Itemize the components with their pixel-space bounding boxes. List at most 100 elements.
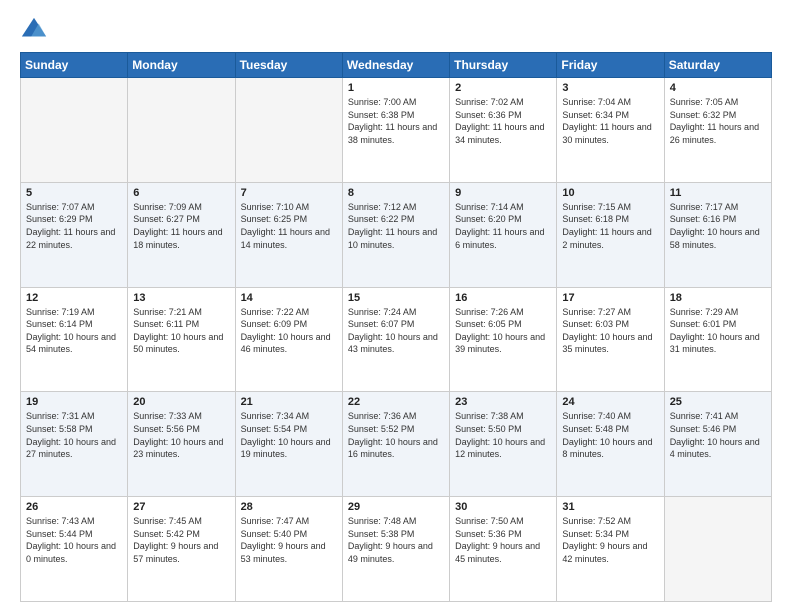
day-info: Sunrise: 7:29 AMSunset: 6:01 PMDaylight:… (670, 306, 766, 356)
day-info: Sunrise: 7:12 AMSunset: 6:22 PMDaylight:… (348, 201, 444, 251)
day-number: 30 (455, 501, 551, 513)
header (20, 16, 772, 44)
day-number: 22 (348, 396, 444, 408)
day-number: 25 (670, 396, 766, 408)
weekday-header-sunday: Sunday (21, 53, 128, 78)
day-cell: 9 Sunrise: 7:14 AMSunset: 6:20 PMDaylight… (450, 182, 557, 287)
day-cell: 21Sunrise: 7:34 AMSunset: 5:54 PMDayligh… (235, 392, 342, 497)
day-number: 16 (455, 292, 551, 304)
weekday-header-wednesday: Wednesday (342, 53, 449, 78)
day-info: Sunrise: 7:33 AMSunset: 5:56 PMDaylight:… (133, 410, 229, 460)
day-cell: 16 Sunrise: 7:26 AMSunset: 6:05 PMDayligh… (450, 287, 557, 392)
day-cell (235, 78, 342, 183)
day-number: 29 (348, 501, 444, 513)
day-info: Sunrise: 7:26 AMSunset: 6:05 PMDaylight:… (455, 306, 551, 356)
day-number: 10 (562, 187, 658, 199)
week-row-2: 5Sunrise: 7:07 AMSunset: 6:29 PMDaylight… (21, 182, 772, 287)
day-number: 1 (348, 82, 444, 94)
day-number: 13 (133, 292, 229, 304)
weekday-header-row: SundayMondayTuesdayWednesdayThursdayFrid… (21, 53, 772, 78)
day-number: 12 (26, 292, 122, 304)
day-number: 7 (241, 187, 337, 199)
day-info: Sunrise: 7:02 AMSunset: 6:36 PMDaylight:… (455, 96, 551, 146)
day-cell: 28 Sunrise: 7:47 AMSunset: 5:40 PMDayligh… (235, 497, 342, 602)
day-cell (21, 78, 128, 183)
weekday-header-saturday: Saturday (664, 53, 771, 78)
day-number: 4 (670, 82, 766, 94)
day-cell: 25 Sunrise: 7:41 AMSunset: 5:46 PMDayligh… (664, 392, 771, 497)
week-row-5: 26 Sunrise: 7:43 AMSunset: 5:44 PMDayligh… (21, 497, 772, 602)
day-info: Sunrise: 7:00 AMSunset: 6:38 PMDaylight:… (348, 96, 444, 146)
day-number: 18 (670, 292, 766, 304)
day-number: 21 (241, 396, 337, 408)
day-number: 14 (241, 292, 337, 304)
day-info: Sunrise: 7:47 AMSunset: 5:40 PMDaylight:… (241, 515, 337, 565)
day-cell: 1 Sunrise: 7:00 AMSunset: 6:38 PMDaylight… (342, 78, 449, 183)
day-info: Sunrise: 7:45 AMSunset: 5:42 PMDaylight:… (133, 515, 229, 565)
day-info: Sunrise: 7:15 AMSunset: 6:18 PMDaylight:… (562, 201, 658, 251)
day-info: Sunrise: 7:43 AMSunset: 5:44 PMDaylight:… (26, 515, 122, 565)
day-info: Sunrise: 7:38 AMSunset: 5:50 PMDaylight:… (455, 410, 551, 460)
logo (20, 16, 52, 44)
weekday-header-tuesday: Tuesday (235, 53, 342, 78)
day-info: Sunrise: 7:41 AMSunset: 5:46 PMDaylight:… (670, 410, 766, 460)
day-cell: 4 Sunrise: 7:05 AMSunset: 6:32 PMDaylight… (664, 78, 771, 183)
day-info: Sunrise: 7:52 AMSunset: 5:34 PMDaylight:… (562, 515, 658, 565)
day-cell: 27 Sunrise: 7:45 AMSunset: 5:42 PMDayligh… (128, 497, 235, 602)
day-number: 31 (562, 501, 658, 513)
day-number: 20 (133, 396, 229, 408)
day-cell: 10 Sunrise: 7:15 AMSunset: 6:18 PMDayligh… (557, 182, 664, 287)
day-cell: 5Sunrise: 7:07 AMSunset: 6:29 PMDaylight… (21, 182, 128, 287)
day-cell (128, 78, 235, 183)
day-cell: 26 Sunrise: 7:43 AMSunset: 5:44 PMDayligh… (21, 497, 128, 602)
day-cell: 20 Sunrise: 7:33 AMSunset: 5:56 PMDayligh… (128, 392, 235, 497)
week-row-3: 12 Sunrise: 7:19 AMSunset: 6:14 PMDayligh… (21, 287, 772, 392)
day-info: Sunrise: 7:05 AMSunset: 6:32 PMDaylight:… (670, 96, 766, 146)
day-cell: 13Sunrise: 7:21 AMSunset: 6:11 PMDayligh… (128, 287, 235, 392)
calendar: SundayMondayTuesdayWednesdayThursdayFrid… (20, 52, 772, 602)
day-cell: 8 Sunrise: 7:12 AMSunset: 6:22 PMDaylight… (342, 182, 449, 287)
day-number: 15 (348, 292, 444, 304)
weekday-header-thursday: Thursday (450, 53, 557, 78)
day-cell: 22Sunrise: 7:36 AMSunset: 5:52 PMDayligh… (342, 392, 449, 497)
day-info: Sunrise: 7:31 AMSunset: 5:58 PMDaylight:… (26, 410, 122, 460)
day-number: 9 (455, 187, 551, 199)
day-number: 27 (133, 501, 229, 513)
day-info: Sunrise: 7:40 AMSunset: 5:48 PMDaylight:… (562, 410, 658, 460)
day-cell: 31 Sunrise: 7:52 AMSunset: 5:34 PMDayligh… (557, 497, 664, 602)
day-number: 8 (348, 187, 444, 199)
day-cell: 2 Sunrise: 7:02 AMSunset: 6:36 PMDaylight… (450, 78, 557, 183)
day-info: Sunrise: 7:10 AMSunset: 6:25 PMDaylight:… (241, 201, 337, 251)
day-info: Sunrise: 7:19 AMSunset: 6:14 PMDaylight:… (26, 306, 122, 356)
day-cell: 14 Sunrise: 7:22 AMSunset: 6:09 PMDayligh… (235, 287, 342, 392)
day-info: Sunrise: 7:09 AMSunset: 6:27 PMDaylight:… (133, 201, 229, 251)
day-cell: 24 Sunrise: 7:40 AMSunset: 5:48 PMDayligh… (557, 392, 664, 497)
day-cell: 11Sunrise: 7:17 AMSunset: 6:16 PMDayligh… (664, 182, 771, 287)
day-cell: 23Sunrise: 7:38 AMSunset: 5:50 PMDayligh… (450, 392, 557, 497)
day-cell: 30 Sunrise: 7:50 AMSunset: 5:36 PMDayligh… (450, 497, 557, 602)
week-row-1: 1 Sunrise: 7:00 AMSunset: 6:38 PMDaylight… (21, 78, 772, 183)
day-info: Sunrise: 7:50 AMSunset: 5:36 PMDaylight:… (455, 515, 551, 565)
day-number: 6 (133, 187, 229, 199)
day-number: 19 (26, 396, 122, 408)
day-info: Sunrise: 7:17 AMSunset: 6:16 PMDaylight:… (670, 201, 766, 251)
day-cell: 17Sunrise: 7:27 AMSunset: 6:03 PMDayligh… (557, 287, 664, 392)
day-info: Sunrise: 7:22 AMSunset: 6:09 PMDaylight:… (241, 306, 337, 356)
day-number: 24 (562, 396, 658, 408)
day-cell: 15Sunrise: 7:24 AMSunset: 6:07 PMDayligh… (342, 287, 449, 392)
day-number: 2 (455, 82, 551, 94)
weekday-header-monday: Monday (128, 53, 235, 78)
day-number: 28 (241, 501, 337, 513)
day-number: 26 (26, 501, 122, 513)
day-info: Sunrise: 7:27 AMSunset: 6:03 PMDaylight:… (562, 306, 658, 356)
day-cell: 18 Sunrise: 7:29 AMSunset: 6:01 PMDayligh… (664, 287, 771, 392)
week-row-4: 19 Sunrise: 7:31 AMSunset: 5:58 PMDayligh… (21, 392, 772, 497)
day-info: Sunrise: 7:14 AMSunset: 6:20 PMDaylight:… (455, 201, 551, 251)
day-cell: 7 Sunrise: 7:10 AMSunset: 6:25 PMDaylight… (235, 182, 342, 287)
logo-icon (20, 16, 48, 44)
weekday-header-friday: Friday (557, 53, 664, 78)
day-cell: 6 Sunrise: 7:09 AMSunset: 6:27 PMDaylight… (128, 182, 235, 287)
day-cell: 29 Sunrise: 7:48 AMSunset: 5:38 PMDayligh… (342, 497, 449, 602)
day-cell: 3Sunrise: 7:04 AMSunset: 6:34 PMDaylight… (557, 78, 664, 183)
day-info: Sunrise: 7:48 AMSunset: 5:38 PMDaylight:… (348, 515, 444, 565)
